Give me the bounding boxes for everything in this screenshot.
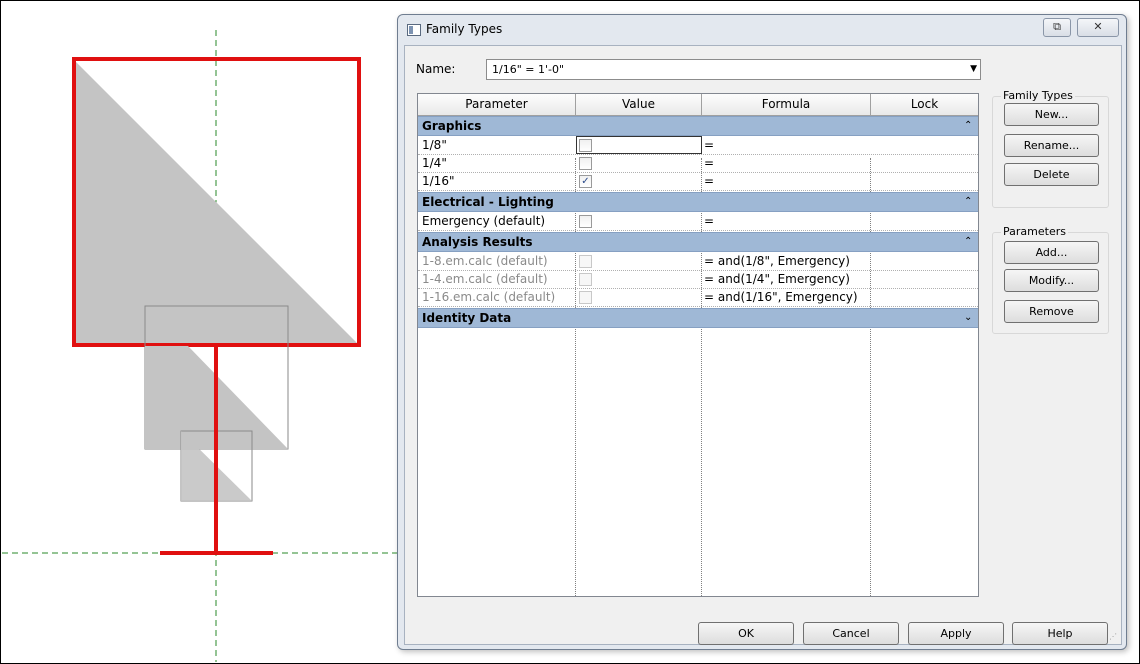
- dropdown-arrow-icon: ▼: [970, 64, 977, 74]
- value-checkbox[interactable]: [579, 139, 592, 152]
- formula-cell[interactable]: =: [704, 214, 714, 228]
- value-cell-focus[interactable]: [576, 136, 702, 154]
- expand-icon[interactable]: ⌄: [964, 309, 972, 327]
- param-name: 1-4.em.calc (default): [422, 272, 548, 286]
- ok-button[interactable]: OK: [698, 622, 794, 645]
- param-name: 1/8": [422, 138, 447, 152]
- close-button[interactable]: ✕: [1077, 18, 1119, 37]
- remove-parameter-button[interactable]: Remove: [1004, 300, 1099, 323]
- new-type-button[interactable]: New...: [1004, 103, 1099, 126]
- close-icon: ✕: [1093, 20, 1103, 33]
- collapse-icon[interactable]: ⌃: [964, 193, 972, 211]
- group-label: Graphics: [422, 119, 482, 133]
- formula-cell[interactable]: =: [704, 156, 714, 170]
- formula-cell[interactable]: = and(1/8", Emergency): [704, 254, 850, 268]
- group-graphics[interactable]: Graphics ⌃: [418, 116, 978, 136]
- name-dropdown-value: 1/16" = 1'-0": [492, 63, 565, 76]
- param-name: 1/4": [422, 156, 447, 170]
- header-formula[interactable]: Formula: [702, 94, 871, 116]
- table-row[interactable]: 1/8" =: [418, 136, 978, 155]
- group-label: Electrical - Lighting: [422, 195, 554, 209]
- parameters-grid: Parameter Value Formula Lock Graphics ⌃ …: [417, 93, 979, 597]
- cancel-button[interactable]: Cancel: [803, 622, 899, 645]
- header-lock[interactable]: Lock: [871, 94, 978, 116]
- apply-button[interactable]: Apply: [908, 622, 1004, 645]
- table-row[interactable]: 1-4.em.calc (default) = and(1/4", Emerge…: [418, 270, 978, 289]
- context-help-icon: ⧉: [1053, 20, 1061, 33]
- value-checkbox-disabled: [579, 291, 592, 304]
- add-parameter-button[interactable]: Add...: [1004, 241, 1099, 264]
- dialog-client: Name: 1/16" = 1'-0" ▼ Parameter Value Fo…: [404, 45, 1122, 645]
- group-analysis-results[interactable]: Analysis Results ⌃: [418, 232, 978, 252]
- table-row[interactable]: 1/4" =: [418, 154, 978, 173]
- group-electrical-lighting[interactable]: Electrical - Lighting ⌃: [418, 192, 978, 212]
- formula-cell[interactable]: =: [704, 138, 714, 152]
- title-bar[interactable]: Family Types ⧉ ✕: [398, 15, 1126, 45]
- param-name: 1/16": [422, 174, 455, 188]
- collapse-icon[interactable]: ⌃: [964, 233, 972, 251]
- delete-type-button[interactable]: Delete: [1004, 163, 1099, 186]
- param-name: Emergency (default): [422, 214, 546, 228]
- group-identity-data[interactable]: Identity Data ⌄: [418, 308, 978, 328]
- formula-cell[interactable]: = and(1/4", Emergency): [704, 272, 850, 286]
- name-label: Name:: [416, 62, 456, 76]
- value-checkbox[interactable]: [579, 215, 592, 228]
- collapse-icon[interactable]: ⌃: [964, 117, 972, 135]
- table-row[interactable]: 1-8.em.calc (default) = and(1/8", Emerge…: [418, 252, 978, 271]
- table-row[interactable]: 1/16" ✓ =: [418, 172, 978, 191]
- group-label: Identity Data: [422, 311, 512, 325]
- groupbox-label: Parameters: [1001, 225, 1068, 238]
- value-checkbox-checked[interactable]: ✓: [579, 175, 592, 188]
- dialog-app-icon: [407, 24, 421, 36]
- formula-cell[interactable]: = and(1/16", Emergency): [704, 290, 858, 304]
- group-label: Analysis Results: [422, 235, 533, 249]
- value-checkbox[interactable]: [579, 157, 592, 170]
- value-checkbox-disabled: [579, 255, 592, 268]
- param-name: 1-8.em.calc (default): [422, 254, 548, 268]
- param-name: 1-16.em.calc (default): [422, 290, 556, 304]
- table-row[interactable]: 1-16.em.calc (default) = and(1/16", Emer…: [418, 288, 978, 307]
- table-row[interactable]: Emergency (default) =: [418, 212, 978, 231]
- help-button[interactable]: Help: [1012, 622, 1108, 645]
- modify-parameter-button[interactable]: Modify...: [1004, 269, 1099, 292]
- family-types-dialog: Family Types ⧉ ✕ Name: 1/16" = 1'-0" ▼ P…: [397, 14, 1127, 650]
- rename-type-button[interactable]: Rename...: [1004, 134, 1099, 157]
- help-tb-button[interactable]: ⧉: [1043, 18, 1071, 37]
- header-value[interactable]: Value: [576, 94, 702, 116]
- value-checkbox-disabled: [579, 273, 592, 286]
- name-dropdown[interactable]: 1/16" = 1'-0" ▼: [486, 59, 981, 80]
- dialog-title: Family Types: [426, 22, 503, 36]
- groupbox-label: Family Types: [1001, 89, 1075, 102]
- resize-grip-icon[interactable]: ⋰: [1109, 632, 1119, 642]
- formula-cell[interactable]: =: [704, 174, 714, 188]
- header-parameter[interactable]: Parameter: [418, 94, 576, 116]
